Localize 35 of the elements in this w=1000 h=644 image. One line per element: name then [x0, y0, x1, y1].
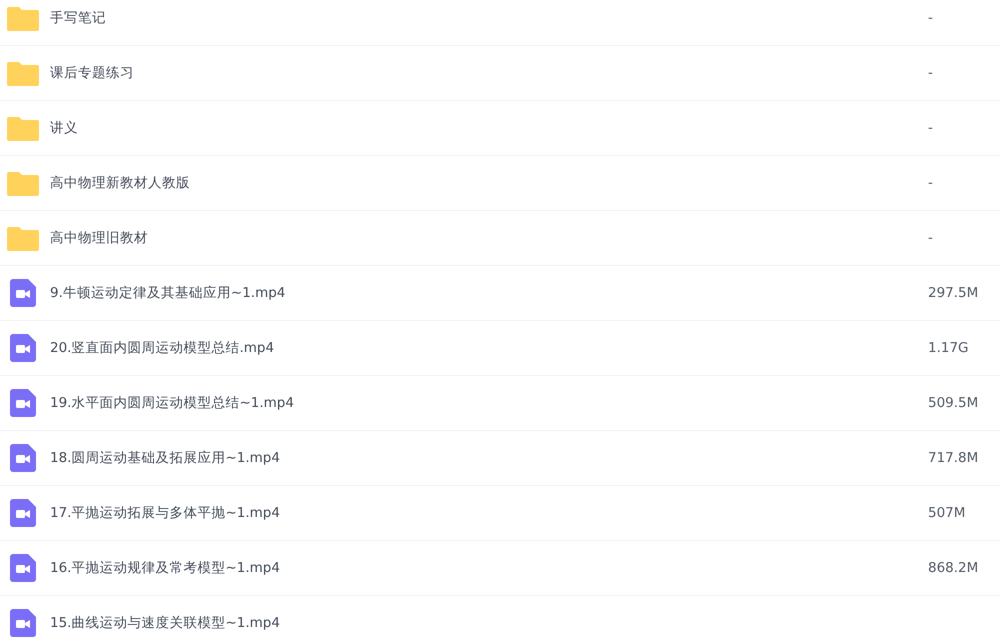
file-size: 717.8M: [928, 450, 980, 466]
folder-icon: [7, 60, 39, 86]
file-name[interactable]: 15.曲线运动与速度关联模型~1.mp4: [50, 614, 1000, 632]
video-file-icon: [10, 334, 36, 362]
file-size: 868.2M: [928, 560, 980, 576]
file-size: 297.5M: [928, 285, 980, 301]
file-name[interactable]: 17.平抛运动拓展与多体平抛~1.mp4: [50, 504, 928, 522]
video-file-icon: [10, 444, 36, 472]
file-name[interactable]: 讲义: [50, 119, 928, 137]
folder-icon: [7, 225, 39, 251]
video-file-icon: [10, 499, 36, 527]
file-name[interactable]: 高中物理新教材人教版: [50, 174, 928, 192]
file-name[interactable]: 18.圆周运动基础及拓展应用~1.mp4: [50, 449, 928, 467]
file-name[interactable]: 课后专题练习: [50, 64, 928, 82]
file-name[interactable]: 9.牛顿运动定律及其基础应用~1.mp4: [50, 284, 928, 302]
video-file-icon: [10, 279, 36, 307]
folder-icon: [7, 170, 39, 196]
folder-icon: [7, 5, 39, 31]
video-file-icon: [10, 609, 36, 637]
file-name[interactable]: 手写笔记: [50, 9, 928, 27]
file-size: 1.17G: [928, 340, 970, 356]
file-size: -: [928, 175, 934, 191]
file-size: -: [928, 65, 934, 81]
file-name[interactable]: 19.水平面内圆周运动模型总结~1.mp4: [50, 394, 928, 412]
file-name[interactable]: 高中物理旧教材: [50, 229, 928, 247]
file-name[interactable]: 16.平抛运动规律及常考模型~1.mp4: [50, 559, 928, 577]
folder-icon: [7, 115, 39, 141]
file-size: -: [928, 10, 934, 26]
file-size: -: [928, 230, 934, 246]
video-file-icon: [10, 554, 36, 582]
video-file-icon: [10, 389, 36, 417]
file-size: -: [928, 120, 934, 136]
file-size: 509.5M: [928, 395, 980, 411]
file-name[interactable]: 20.竖直面内圆周运动模型总结.mp4: [50, 339, 928, 357]
file-size: 507M: [928, 505, 966, 521]
